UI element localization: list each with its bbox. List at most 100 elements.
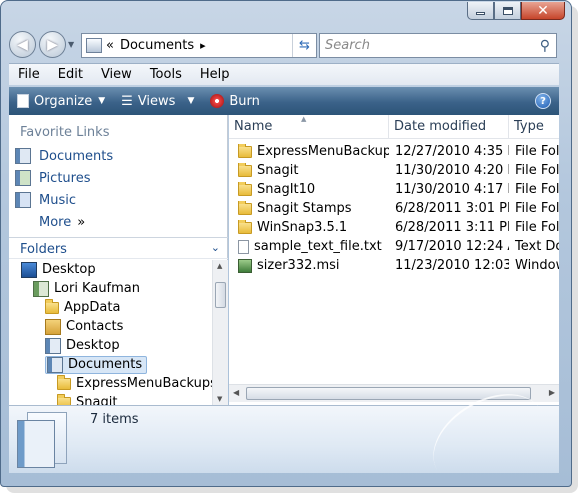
favorite-documents[interactable]: Documents — [9, 145, 227, 167]
address-row: ◀ ▶ ▼ « Documents ▸ ⇆ Search ⚲ — [9, 31, 561, 59]
tree-item-label: Snagit — [76, 395, 118, 405]
user-folder-icon — [33, 280, 49, 297]
burn-label: Burn — [229, 93, 260, 109]
tree-item-label: Desktop — [42, 262, 96, 277]
folder-icon — [238, 201, 252, 215]
caption-buttons: ✕ — [467, 2, 565, 20]
address-overflow-icon[interactable]: « — [106, 38, 114, 53]
column-name-label: Name — [234, 119, 273, 134]
search-input[interactable]: Search ⚲ — [319, 33, 557, 58]
back-button[interactable]: ◀ — [9, 31, 36, 58]
address-folder-icon — [86, 38, 102, 53]
tree-item-desktop[interactable]: Desktop — [9, 260, 212, 279]
favorite-music[interactable]: Music — [9, 189, 227, 211]
file-row[interactable]: ExpressMenuBackups 12/27/2010 4:35 PM Fi… — [229, 142, 559, 161]
file-row[interactable]: sizer332.msi 11/23/2010 12:03 ... Window — [229, 256, 559, 275]
menu-file[interactable]: File — [9, 67, 49, 82]
column-header-row: ▲ Name Date modified Type — [229, 115, 559, 139]
menu-help[interactable]: Help — [191, 67, 239, 82]
column-type-label: Type — [514, 119, 544, 134]
file-row[interactable]: WinSnap3.5.1 6/28/2011 3:11 PM File Fold — [229, 218, 559, 237]
tree-item-expressmenubackups[interactable]: ExpressMenuBackups — [9, 374, 212, 393]
item-count: 7 items — [90, 412, 139, 427]
navigation-pane: Favorite Links Documents Pictures Music … — [9, 115, 228, 405]
file-date: 9/17/2010 12:24 AM — [395, 239, 509, 254]
tree-item-documents[interactable]: Documents — [9, 355, 212, 374]
folders-collapse-icon: ⌄ — [210, 241, 220, 254]
search-icon[interactable]: ⚲ — [540, 38, 550, 54]
file-name: SnagIt10 — [257, 182, 316, 197]
file-row[interactable]: Snagit 11/30/2010 4:20 PM File Fold — [229, 161, 559, 180]
more-label: More — [39, 214, 72, 230]
organize-label: Organize — [34, 93, 93, 109]
help-icon: ? — [540, 95, 546, 107]
tree-item-lori-kaufman[interactable]: Lori Kaufman — [9, 279, 212, 298]
minimize-icon — [476, 12, 485, 15]
contacts-icon — [45, 318, 61, 335]
details-pane: 7 items — [9, 375, 561, 486]
close-button[interactable]: ✕ — [521, 2, 565, 20]
file-row[interactable]: Snagit Stamps 6/28/2011 3:01 PM File Fol… — [229, 199, 559, 218]
scroll-right-icon[interactable]: ▶ — [549, 388, 555, 397]
maximize-button[interactable] — [494, 2, 521, 20]
menu-bar: File Edit View Tools Help — [9, 63, 559, 85]
views-button[interactable]: ☰ Views ▼ — [113, 87, 202, 115]
burn-disc-icon — [210, 94, 225, 108]
installer-package-icon — [238, 258, 252, 273]
folders-label: Folders — [20, 242, 67, 257]
file-type: File Fold — [515, 182, 559, 197]
help-button[interactable]: ? — [535, 93, 551, 109]
file-row[interactable]: sample_text_file.txt 9/17/2010 12:24 AM … — [229, 237, 559, 256]
tree-item-label: Contacts — [66, 319, 124, 334]
tree-item-contacts[interactable]: Contacts — [9, 317, 212, 336]
title-bar[interactable]: ✕ — [1, 1, 571, 25]
favorite-pictures-label: Pictures — [39, 170, 91, 186]
scroll-down-icon[interactable]: ▼ — [217, 395, 222, 403]
text-document-icon — [238, 239, 249, 254]
forward-button[interactable]: ▶ — [39, 31, 66, 58]
file-date: 11/30/2010 4:17 PM — [395, 182, 509, 197]
folder-tree-scrollbar[interactable]: ▲ ▼ — [212, 260, 228, 405]
file-date: 11/23/2010 12:03 ... — [395, 258, 509, 273]
close-icon: ✕ — [537, 2, 549, 19]
folders-header[interactable]: Folders ⌄ — [9, 237, 228, 259]
menu-view[interactable]: View — [92, 67, 141, 82]
scroll-left-icon[interactable]: ◀ — [233, 388, 239, 397]
file-type: File Fold — [515, 163, 559, 178]
menu-tools[interactable]: Tools — [141, 67, 191, 82]
file-date: 12/27/2010 4:35 PM — [395, 144, 509, 159]
address-dropdown-arrow-icon[interactable]: ▸ — [200, 39, 206, 52]
file-type: File Fold — [515, 220, 559, 235]
favorite-more[interactable]: More » — [9, 211, 227, 233]
scroll-thumb[interactable] — [215, 282, 226, 308]
column-name[interactable]: ▲ Name — [229, 115, 389, 138]
file-name: sample_text_file.txt — [254, 239, 382, 254]
menu-edit[interactable]: Edit — [49, 67, 92, 82]
address-location[interactable]: Documents — [120, 38, 194, 53]
refresh-button[interactable]: ⇆ — [292, 34, 316, 57]
back-arrow-icon: ◀ — [17, 36, 28, 53]
scroll-up-icon[interactable]: ▲ — [217, 262, 222, 270]
organize-icon — [17, 94, 29, 108]
column-type[interactable]: Type — [509, 115, 559, 138]
file-name: sizer332.msi — [257, 258, 340, 273]
recent-pages-chevron-icon[interactable]: ▼ — [68, 40, 74, 49]
tree-selection-highlight: Documents — [45, 355, 148, 374]
minimize-button[interactable] — [467, 2, 494, 20]
tree-item-desktop-folder[interactable]: Desktop — [9, 336, 212, 355]
documents-icon — [15, 148, 31, 164]
file-type: Text Doc — [515, 239, 559, 254]
address-bar[interactable]: « Documents ▸ ⇆ — [81, 33, 317, 58]
tree-item-appdata[interactable]: AppData — [9, 298, 212, 317]
music-icon — [15, 192, 31, 208]
favorite-links-header: Favorite Links — [20, 125, 110, 140]
sort-ascending-icon: ▲ — [301, 115, 307, 123]
tree-item-snagit[interactable]: Snagit — [9, 393, 212, 405]
favorite-pictures[interactable]: Pictures — [9, 167, 227, 189]
organize-button[interactable]: Organize ▼ — [9, 87, 113, 115]
file-row[interactable]: SnagIt10 11/30/2010 4:17 PM File Fold — [229, 180, 559, 199]
column-date-modified[interactable]: Date modified — [389, 115, 509, 138]
folder-icon — [238, 220, 252, 234]
file-type: Window — [515, 258, 559, 273]
burn-button[interactable]: Burn — [202, 87, 268, 115]
